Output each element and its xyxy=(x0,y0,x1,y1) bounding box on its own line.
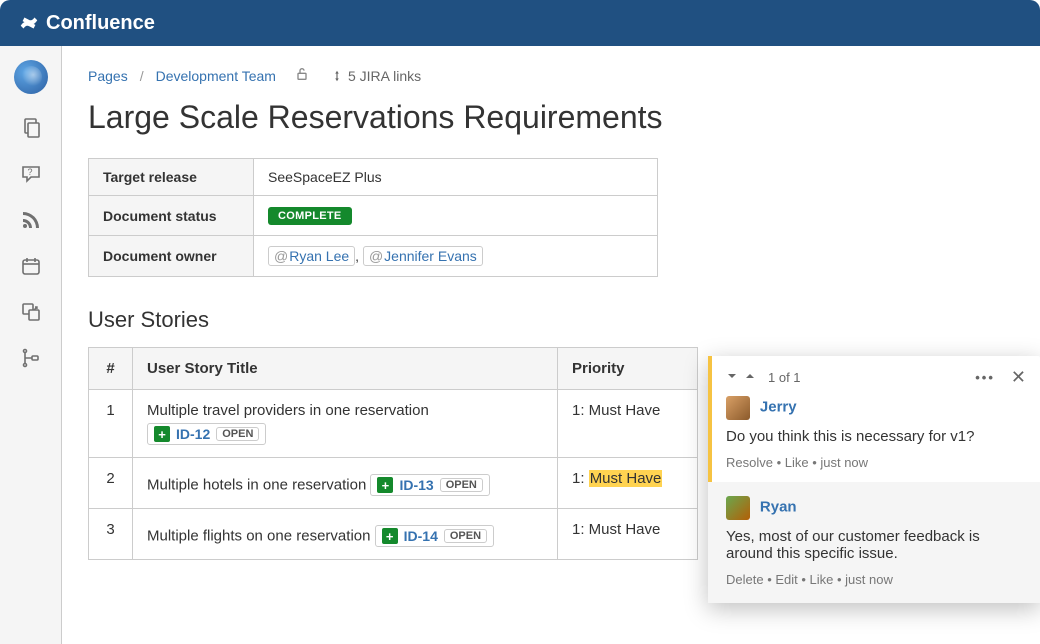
comment-author[interactable]: Jerry xyxy=(760,399,797,416)
col-title: User Story Title xyxy=(133,348,558,390)
table-row: 3Multiple flights on one reservation +ID… xyxy=(89,509,698,560)
comment-body: Yes, most of our customer feedback is ar… xyxy=(726,528,1026,562)
breadcrumb-space[interactable]: Development Team xyxy=(156,68,276,84)
page-content: Pages / Development Team 5 JIRA links La… xyxy=(62,46,1040,644)
prop-status-label: Document status xyxy=(89,196,254,236)
status-badge: COMPLETE xyxy=(268,207,352,225)
brand-name: Confluence xyxy=(46,12,155,35)
row-title: Multiple travel providers in one reserva… xyxy=(133,390,558,458)
table-row: 1Multiple travel providers in one reserv… xyxy=(89,390,698,458)
jira-create-icon: + xyxy=(382,528,398,544)
svg-text:?: ? xyxy=(27,167,32,177)
col-number: # xyxy=(89,348,133,390)
comment-author[interactable]: Ryan xyxy=(760,499,797,516)
comment-counter: 1 of 1 xyxy=(768,370,801,385)
breadcrumb-pages[interactable]: Pages xyxy=(88,68,128,84)
comment-actions[interactable]: Resolve • Like • just now xyxy=(726,455,1026,470)
row-number: 3 xyxy=(89,509,133,560)
avatar xyxy=(726,396,750,420)
comment-more-icon[interactable]: ••• xyxy=(975,370,995,385)
jira-issue-link[interactable]: +ID-13OPEN xyxy=(370,474,489,496)
comment-close-icon[interactable]: ✕ xyxy=(1011,368,1026,386)
row-priority: 1: Must Have xyxy=(558,509,698,560)
row-number: 1 xyxy=(89,390,133,458)
row-priority: 1: Must Have xyxy=(558,458,698,509)
top-bar: Confluence xyxy=(0,0,1040,46)
page-title: Large Scale Reservations Requirements xyxy=(88,99,1014,136)
left-sidebar: ? xyxy=(0,46,62,644)
comment-prev-icon[interactable] xyxy=(744,370,756,385)
comment-next-icon[interactable] xyxy=(726,370,738,385)
row-priority: 1: Must Have xyxy=(558,390,698,458)
shortcuts-icon[interactable] xyxy=(19,300,43,324)
restrictions-unlock-icon[interactable] xyxy=(294,66,310,85)
jira-issue-link[interactable]: +ID-14OPEN xyxy=(375,525,494,547)
comment-reply: Ryan Yes, most of our customer feedback … xyxy=(708,482,1040,603)
user-stories-heading: User Stories xyxy=(88,307,1014,333)
table-row: 2Multiple hotels in one reservation +ID-… xyxy=(89,458,698,509)
comment-actions[interactable]: Delete • Edit • Like • just now xyxy=(726,572,1026,587)
breadcrumb: Pages / Development Team 5 JIRA links xyxy=(88,66,1014,85)
confluence-logo[interactable]: Confluence xyxy=(18,12,155,35)
confluence-icon xyxy=(18,12,40,34)
prop-target-release-label: Target release xyxy=(89,159,254,196)
jira-link-icon xyxy=(330,69,344,83)
prop-owner-value: @Ryan Lee, @Jennifer Evans xyxy=(254,236,658,277)
questions-icon[interactable]: ? xyxy=(19,162,43,186)
mention-ryan-lee[interactable]: @Ryan Lee xyxy=(268,246,355,266)
jira-issue-link[interactable]: +ID-12OPEN xyxy=(147,423,266,445)
properties-table: Target release SeeSpaceEZ Plus Document … xyxy=(88,158,658,277)
rss-icon[interactable] xyxy=(19,208,43,232)
comment-body: Do you think this is necessary for v1? xyxy=(726,428,1026,445)
page-tree-icon[interactable] xyxy=(19,346,43,370)
jira-links[interactable]: 5 JIRA links xyxy=(330,68,421,84)
space-avatar-icon[interactable] xyxy=(14,60,48,94)
jira-create-icon: + xyxy=(154,426,170,442)
row-title: Multiple flights on one reservation +ID-… xyxy=(133,509,558,560)
pages-icon[interactable] xyxy=(19,116,43,140)
col-priority: Priority xyxy=(558,348,698,390)
mention-jennifer-evans[interactable]: @Jennifer Evans xyxy=(363,246,483,266)
row-number: 2 xyxy=(89,458,133,509)
inline-comments-panel: 1 of 1 ••• ✕ Jerry Do you think this is … xyxy=(708,356,1040,603)
row-title: Multiple hotels in one reservation +ID-1… xyxy=(133,458,558,509)
calendar-icon[interactable] xyxy=(19,254,43,278)
prop-owner-label: Document owner xyxy=(89,236,254,277)
prop-target-release-value: SeeSpaceEZ Plus xyxy=(254,159,658,196)
jira-create-icon: + xyxy=(377,477,393,493)
avatar xyxy=(726,496,750,520)
user-stories-table: # User Story Title Priority 1Multiple tr… xyxy=(88,347,698,560)
